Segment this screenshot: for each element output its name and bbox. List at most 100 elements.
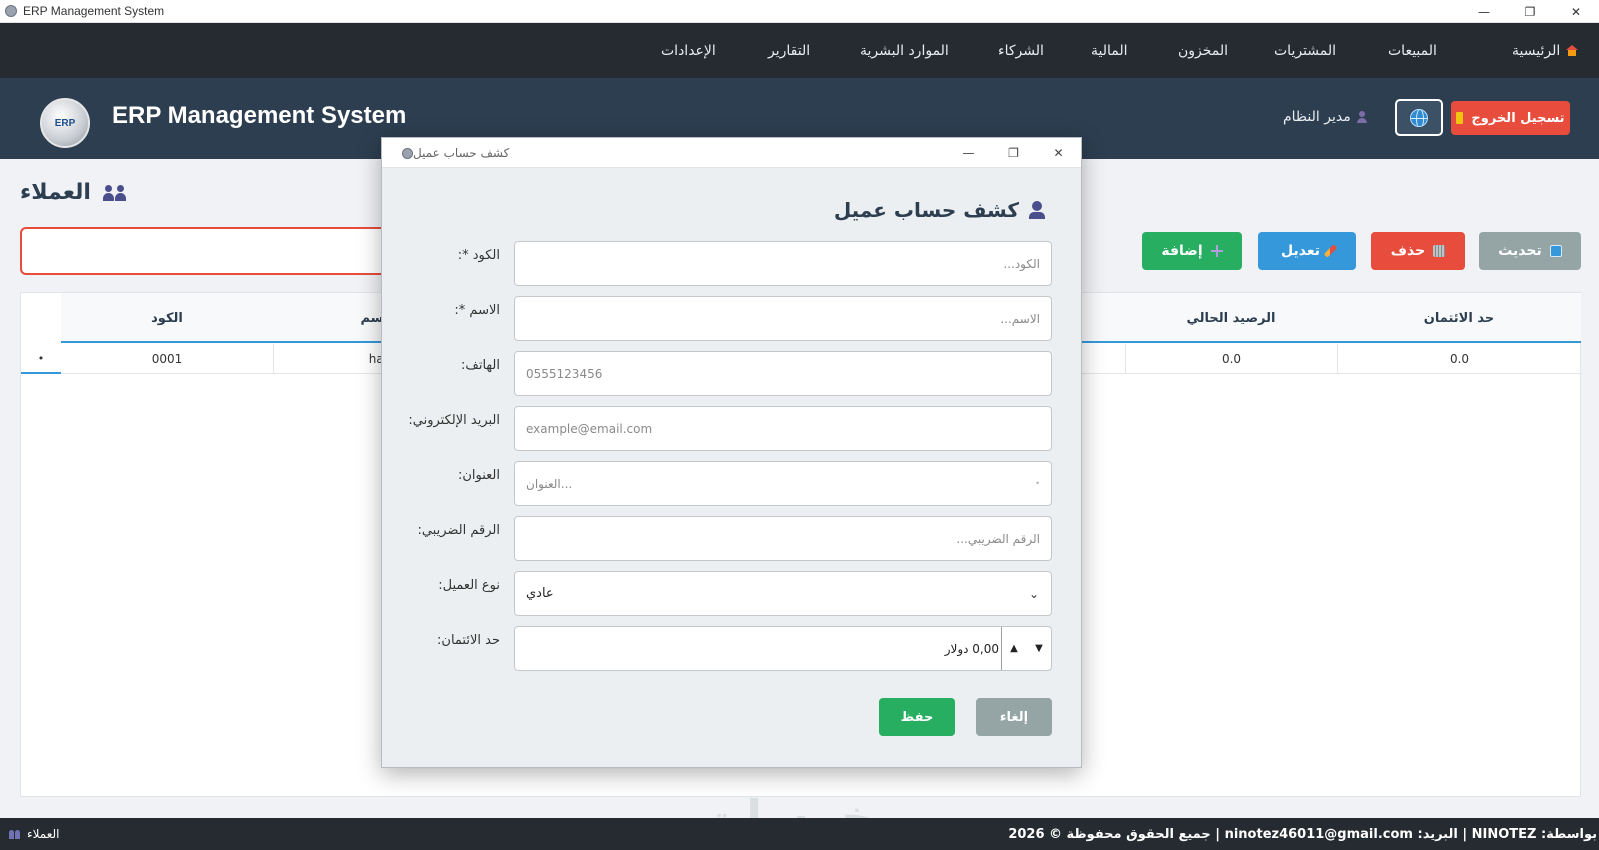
close-icon[interactable]: ✕ [1036,138,1081,168]
nav-label: الرئيسية [1512,42,1561,59]
row-marker[interactable]: • [21,344,61,374]
name-label: الاسم *: [454,303,500,318]
house-icon [1566,45,1579,56]
nav-label: التقارير [768,42,811,59]
dialog-heading: كشف حساب عميل [834,198,1045,222]
page-title: العملاء [20,180,127,205]
logo-text: ERP [54,117,76,129]
address-field[interactable]: العنوان... • [514,461,1052,506]
nav-item-settings[interactable]: الإعدادات [661,23,716,78]
nav-label: المالية [1091,42,1128,59]
spin-down-icon[interactable]: ▼ [1027,643,1051,654]
nav-label: المبيعات [1388,42,1437,59]
code-label: الكود *: [457,248,500,263]
window-titlebar: ERP Management System — ❐ ✕ [0,0,1599,23]
tax-number-label: الرقم الضريبي: [417,523,500,538]
status-section-label: العملاء [27,827,60,841]
window-title: ERP Management System [23,4,165,18]
nav-item-purchases[interactable]: المشتريات [1274,23,1336,78]
edit-button[interactable]: تعديل [1258,232,1356,270]
edit-label: تعديل [1281,243,1320,259]
door-icon [1456,112,1464,124]
add-button[interactable]: إضافة [1142,232,1242,270]
phone-label: الهاتف: [461,358,500,373]
user-icon [1029,201,1045,219]
tax-number-field[interactable]: الرقم الضريبي... [514,516,1052,561]
customer-type-select[interactable]: عادي ⌄ [514,571,1052,616]
users-icon [9,829,21,839]
customer-type-value: عادي [526,586,554,601]
name-field[interactable]: الاسم... [514,296,1052,341]
cell-credit: 0.0 [1337,344,1581,374]
page-title-text: العملاء [20,180,91,205]
close-icon[interactable]: ✕ [1553,0,1599,23]
email-field[interactable]: example@email.com [514,406,1052,451]
nav-item-hr[interactable]: الموارد البشرية [860,23,949,78]
refresh-icon [1549,245,1562,257]
language-button[interactable] [1395,99,1443,136]
spin-buttons: ▲ ▼ [1001,627,1051,670]
window-controls: — ❐ ✕ [1461,0,1599,23]
status-section: العملاء [9,818,60,850]
globe-icon [1410,108,1428,127]
dialog-window-title-text: كشف حساب عميل [413,146,510,160]
address-label: العنوان: [457,468,500,483]
nav-item-finance[interactable]: المالية [1091,23,1128,78]
nav-item-home[interactable]: الرئيسية [1512,23,1579,78]
credit-limit-spinbox[interactable]: 0,00 دولار ▲ ▼ [514,626,1052,671]
minimize-icon[interactable]: — [1461,0,1507,23]
column-header-code[interactable]: الكود [61,293,273,343]
phone-field[interactable]: 0555123456 [514,351,1052,396]
delete-button[interactable]: حذف [1371,232,1465,270]
dialog-heading-text: كشف حساب عميل [833,198,1019,222]
column-header-balance[interactable]: الرصيد الحالي [1125,293,1337,343]
delete-label: حذف [1390,243,1426,259]
refresh-label: تحديث [1498,243,1542,259]
nav-label: الموارد البشرية [860,42,949,59]
nav-item-reports[interactable]: التقارير [768,23,810,78]
app-icon [5,5,17,17]
status-credits: بواسطة: NINOTEZ | البريد: ninotez46011@g… [1008,826,1597,842]
trash-icon [1433,245,1446,257]
chevron-down-icon: ⌄ [1028,586,1040,601]
app-title: ERP Management System [112,102,407,129]
maximize-icon[interactable]: ❐ [991,138,1036,168]
current-user: مدير النظام [1283,109,1367,125]
code-field[interactable]: الكود... [514,241,1052,286]
refresh-button[interactable]: تحديث [1479,232,1581,270]
plus-icon [1210,245,1223,257]
status-bar: العملاء بواسطة: NINOTEZ | البريد: ninote… [0,818,1599,850]
add-label: إضافة [1161,243,1203,259]
logo: ERP [40,98,90,148]
nav-label: الشركاء [998,42,1044,59]
app-icon [402,147,413,159]
cancel-button[interactable]: إلغاء [976,698,1052,736]
address-placeholder: العنوان... [526,476,573,491]
credit-limit-label: حد الائتمان: [437,633,500,648]
logout-button[interactable]: تسجيل الخروج [1451,101,1570,135]
cell-code: 0001 [151,352,183,366]
user-name: مدير النظام [1283,109,1351,125]
dialog-window-controls: — ❐ ✕ [946,138,1081,168]
minimize-icon[interactable]: — [946,138,991,168]
save-button[interactable]: حفظ [879,698,955,736]
top-nav: الرئيسية المبيعات المشتريات المخزون الما… [0,23,1599,78]
restore-icon[interactable]: ❐ [1507,0,1553,23]
customer-type-label: نوع العميل: [438,578,500,593]
cell-balance: 0.0 [1125,344,1337,374]
pencil-icon [1323,244,1338,258]
nav-label: المخزون [1178,42,1229,59]
email-label: البريد الإلكتروني: [408,413,500,428]
user-icon [1356,111,1367,123]
spin-up-icon[interactable]: ▲ [1002,643,1026,654]
column-header-credit[interactable]: حد الائتمان [1337,293,1581,343]
users-icon [102,184,127,201]
nav-item-inventory[interactable]: المخزون [1178,23,1228,78]
logout-label: تسجيل الخروج [1471,110,1565,126]
nav-label: الإعدادات [661,42,716,59]
nav-item-sales[interactable]: المبيعات [1388,23,1437,78]
customer-statement-dialog: كشف حساب عميل — ❐ ✕ كشف حساب عميل الكود … [381,137,1082,768]
nav-item-partners[interactable]: الشركاء [998,23,1044,78]
dialog-titlebar: كشف حساب عميل — ❐ ✕ [382,138,1081,168]
dialog-window-title: كشف حساب عميل [394,138,509,168]
